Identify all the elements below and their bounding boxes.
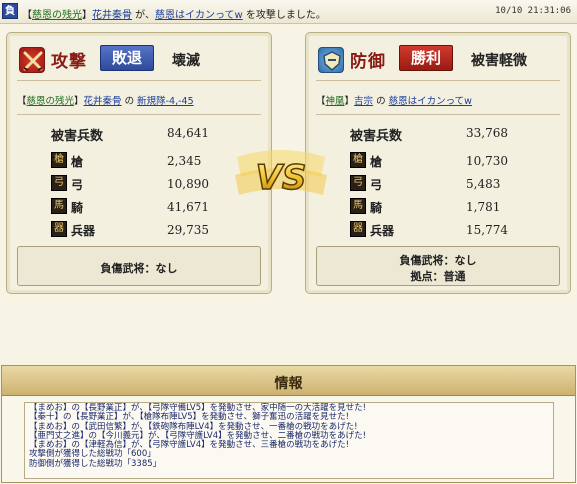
divider (17, 80, 261, 81)
attacker-player-link[interactable]: 花井秦骨 (84, 96, 122, 107)
divider (316, 114, 560, 115)
info-log: 【まめお】の【長野業正】が、【弓隊守備LV5】を発動させ、家中随一の大活躍を見せ… (24, 402, 554, 479)
divider (17, 114, 261, 115)
versus-emblem: VS (233, 147, 329, 205)
unit-loss: 5,483 (466, 177, 501, 191)
attacker-alliance-link[interactable]: 慈恩の残光 (32, 10, 82, 21)
unit-row-spear: 槍 槍 10,730 (350, 152, 550, 170)
unit-row-cavalry: 馬 騎 41,671 (51, 198, 251, 216)
unit-row-bow: 弓 弓 10,890 (51, 175, 251, 193)
unit-row-siege: 器 兵器 15,774 (350, 221, 550, 239)
unit-row-siege: 器 兵器 29,735 (51, 221, 251, 239)
unit-name: 騎 (71, 201, 84, 215)
bow-icon: 弓 (51, 175, 67, 191)
unit-name: 騎 (370, 201, 383, 215)
wounded-generals-box: 負傷武将：なし 拠点：普通 (316, 246, 560, 286)
defender-party-line: 【神凰】吉宗 の 慈恩はイカンってw (316, 96, 472, 107)
defender-alliance-link[interactable]: 神凰 (326, 96, 345, 107)
unit-name: 兵器 (71, 224, 96, 238)
loss-title: 被害兵数 (51, 129, 104, 144)
defeat-badge: 負 (2, 3, 18, 19)
divider (316, 80, 560, 81)
attack-outcome: 壊滅 (172, 53, 200, 69)
crossed-swords-icon (19, 47, 45, 73)
info-title: 情報 (274, 376, 303, 392)
vs-label: VS (256, 158, 307, 198)
stronghold-status: 拠点：普通 (410, 270, 466, 283)
battle-log-line: 【慈恩の残光】花井秦骨 が、慈恩はイカンってw を攻撃しました。 (22, 10, 326, 21)
siege-icon: 器 (51, 221, 67, 237)
unit-loss: 10,730 (466, 154, 508, 168)
loss-total: 33,768 (466, 126, 508, 140)
info-header: 情報 (2, 366, 575, 396)
battle-timestamp: 10/10 21:31:06 (495, 6, 571, 16)
horse-icon: 馬 (51, 198, 67, 214)
horse-icon: 馬 (350, 198, 366, 214)
defender-territory-link[interactable]: 慈恩はイカンってw (389, 96, 472, 107)
unit-row-spear: 槍 槍 2,345 (51, 152, 251, 170)
attack-result-badge: 敗退 (100, 45, 154, 71)
unit-loss: 10,890 (167, 177, 209, 191)
bow-icon: 弓 (350, 175, 366, 191)
unit-name: 槍 (370, 155, 383, 169)
siege-icon: 器 (350, 221, 366, 237)
wounded-generals: 負傷武将：なし (399, 254, 477, 267)
unit-loss: 41,671 (167, 200, 209, 214)
spear-icon: 槍 (350, 152, 366, 168)
unit-name: 弓 (71, 178, 84, 192)
attacker-alliance-link[interactable]: 慈恩の残光 (27, 96, 75, 107)
unit-name: 槍 (71, 155, 84, 169)
defense-result-badge: 勝利 (399, 45, 453, 71)
unit-row-bow: 弓 弓 5,483 (350, 175, 550, 193)
unit-loss: 29,735 (167, 223, 209, 237)
attack-role-label: 攻撃 (51, 52, 87, 72)
loss-total: 84,641 (167, 126, 209, 140)
unit-name: 弓 (370, 178, 383, 192)
unit-row-cavalry: 馬 騎 1,781 (350, 198, 550, 216)
unit-loss: 2,345 (167, 154, 202, 168)
spear-icon: 槍 (51, 152, 67, 168)
defender-merit-total: 防御側が獲得した総戦功「3385」 (29, 458, 162, 469)
defender-panel: 防御 勝利 被害軽微 【神凰】吉宗 の 慈恩はイカンってw 被害兵数 33,76… (305, 32, 571, 294)
unit-loss: 15,774 (466, 223, 508, 237)
wounded-generals-box: 負傷武将：なし (17, 246, 261, 286)
attacker-party-line: 【慈恩の残光】花井秦骨 の 新規隊-4,-45 (17, 96, 194, 107)
attacker-player-link[interactable]: 花井秦骨 (92, 10, 132, 21)
loss-title: 被害兵数 (350, 129, 403, 144)
defense-role-label: 防御 (350, 52, 386, 72)
wounded-generals: 負傷武将：なし (100, 262, 178, 275)
unit-loss: 1,781 (466, 200, 501, 214)
battle-result-banner: 負 【慈恩の残光】花井秦骨 が、慈恩はイカンってw を攻撃しました。 10/10… (0, 0, 577, 24)
target-territory-link[interactable]: 慈恩はイカンってw (155, 10, 243, 21)
defender-player-link[interactable]: 吉宗 (354, 96, 373, 107)
defense-outcome: 被害軽微 (471, 53, 527, 69)
shield-banner-icon (318, 47, 344, 73)
info-window: 情報 【まめお】の【長野業正】が、【弓隊守備LV5】を発動させ、家中随一の大活躍… (1, 365, 576, 483)
unit-name: 兵器 (370, 224, 395, 238)
attacker-unit-link[interactable]: 新規隊-4,-45 (137, 96, 194, 107)
